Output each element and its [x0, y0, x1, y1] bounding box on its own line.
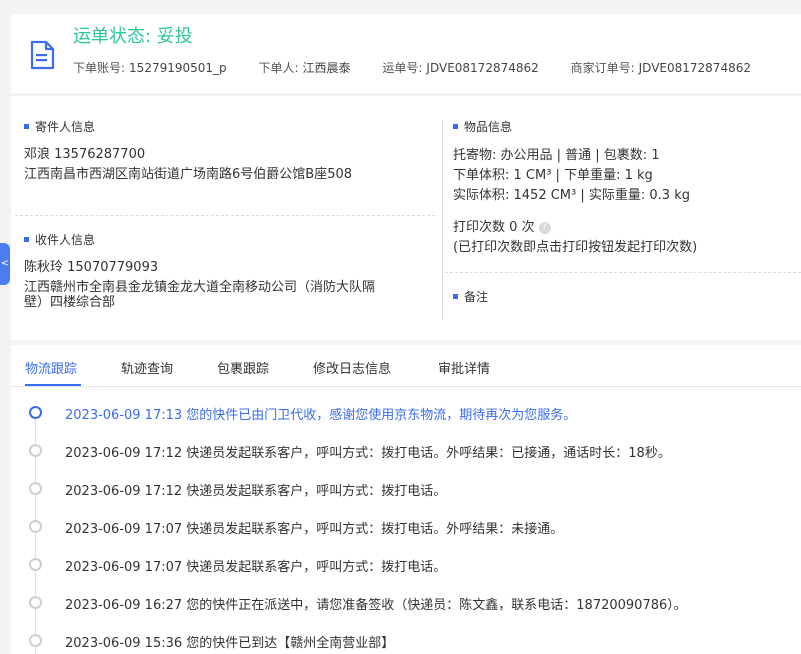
- receiver-name-phone: 陈秋玲 15070779093: [24, 260, 159, 275]
- sender-section-title: 寄件人信息: [24, 118, 95, 135]
- column-divider: [442, 120, 443, 320]
- active-tab-indicator: [25, 384, 81, 386]
- tracking-event-text: 2023-06-09 16:27 您的快件正在派送中，请您准备签收（快递员：陈文…: [65, 598, 687, 613]
- timeline-dot-icon: [29, 444, 42, 457]
- tab-change-log[interactable]: 修改日志信息: [313, 358, 391, 377]
- timeline-dot-icon: [29, 520, 42, 533]
- waybill-meta: 下单账号: 15279190501_p 下单人: 江西晨泰 运单号: JDVE0817…: [73, 59, 779, 76]
- tracking-event-text: 2023-06-09 17:12 快递员发起联系客户，呼叫方式：拨打电话。外呼结…: [65, 446, 671, 461]
- tab-approval-details[interactable]: 审批详情: [438, 358, 490, 377]
- goods-line-2: 下单体积: 1 CM³ | 下单重量: 1 kg: [453, 168, 653, 183]
- tracking-panel: 物流跟踪 轨迹查询 包裹跟踪 修改日志信息 审批详情 2023-06-09 17…: [11, 345, 801, 654]
- tracking-event-text: 2023-06-09 17:07 快递员发起联系客户，呼叫方式：拨打电话。: [65, 560, 447, 575]
- waybill-status: 运单状态: 妥投: [73, 26, 193, 47]
- help-icon[interactable]: ?: [538, 221, 551, 234]
- tracking-event-text: 2023-06-09 15:36 您的快件已到达【赣州全南营业部】: [65, 636, 395, 651]
- document-icon: [30, 40, 55, 70]
- print-count: 打印次数 0 次?: [453, 218, 551, 237]
- meta-waybill-no: 运单号: JDVE08172874862: [382, 61, 539, 75]
- sender-address: 江西南昌市西湖区南站街道广场南路6号伯爵公馆B座508: [24, 167, 353, 182]
- info-panel: 寄件人信息 邓浪 13576287700 江西南昌市西湖区南站街道广场南路6号伯…: [11, 96, 801, 340]
- tracking-event-text: 2023-06-09 17:07 快递员发起联系客户，呼叫方式：拨打电话。外呼结…: [65, 522, 564, 537]
- tracking-event: 2023-06-09 15:36 您的快件已到达【赣州全南营业部】: [11, 631, 801, 651]
- tab-logistics-tracking[interactable]: 物流跟踪: [25, 358, 77, 377]
- receiver-section-title: 收件人信息: [24, 231, 95, 248]
- timeline-dot-icon: [29, 634, 42, 647]
- meta-orderer: 下单人: 江西晨泰: [258, 61, 351, 75]
- print-count-label: 打印次数 0 次: [453, 220, 535, 235]
- waybill-header: 运单状态: 妥投 下单账号: 15279190501_p 下单人: 江西晨泰 运单号…: [11, 14, 801, 93]
- receiver-address-line2: 壁）四楼综合部: [24, 295, 116, 310]
- timeline-dot-icon: [29, 406, 42, 419]
- timeline-dot-icon: [29, 482, 42, 495]
- timeline-dot-icon: [29, 558, 42, 571]
- print-hint: (已打印次数即点击打印按钮发起打印次数): [453, 240, 698, 255]
- tracking-event-text: 2023-06-09 17:13 您的快件已由门卫代收，感谢您使用京东物流，期待…: [65, 408, 577, 423]
- tab-package-tracking[interactable]: 包裹跟踪: [217, 358, 269, 377]
- meta-account: 下单账号: 15279190501_p: [73, 61, 227, 75]
- tracking-event: 2023-06-09 16:27 您的快件正在派送中，请您准备签收（快递员：陈文…: [11, 593, 801, 613]
- goods-line-1: 托寄物: 办公用品 | 普通 | 包裹数: 1: [453, 148, 660, 163]
- tracking-event-text: 2023-06-09 17:12 快递员发起联系客户，呼叫方式：拨打电话。: [65, 484, 447, 499]
- tracking-event: 2023-06-09 17:12 快递员发起联系客户，呼叫方式：拨打电话。外呼结…: [11, 441, 801, 461]
- tab-bar: 物流跟踪 轨迹查询 包裹跟踪 修改日志信息 审批详情: [11, 345, 801, 387]
- collapse-side-tab[interactable]: <: [0, 243, 10, 285]
- tracking-event: 2023-06-09 17:07 快递员发起联系客户，呼叫方式：拨打电话。外呼结…: [11, 517, 801, 537]
- goods-line-3: 实际体积: 1452 CM³ | 实际重量: 0.3 kg: [453, 188, 690, 203]
- divider: [15, 215, 435, 216]
- remark-section-title: 备注: [453, 288, 488, 305]
- tracking-event: 2023-06-09 17:12 快递员发起联系客户，呼叫方式：拨打电话。: [11, 479, 801, 499]
- tab-trajectory-query[interactable]: 轨迹查询: [121, 358, 173, 377]
- meta-merchant-order-no: 商家订单号: JDVE08172874862: [570, 61, 751, 75]
- goods-section-title: 物品信息: [453, 118, 512, 135]
- divider: [445, 272, 801, 273]
- timeline-dot-icon: [29, 596, 42, 609]
- tracking-event: 2023-06-09 17:07 快递员发起联系客户，呼叫方式：拨打电话。: [11, 555, 801, 575]
- sender-name-phone: 邓浪 13576287700: [24, 147, 146, 162]
- tracking-event: 2023-06-09 17:13 您的快件已由门卫代收，感谢您使用京东物流，期待…: [11, 403, 801, 423]
